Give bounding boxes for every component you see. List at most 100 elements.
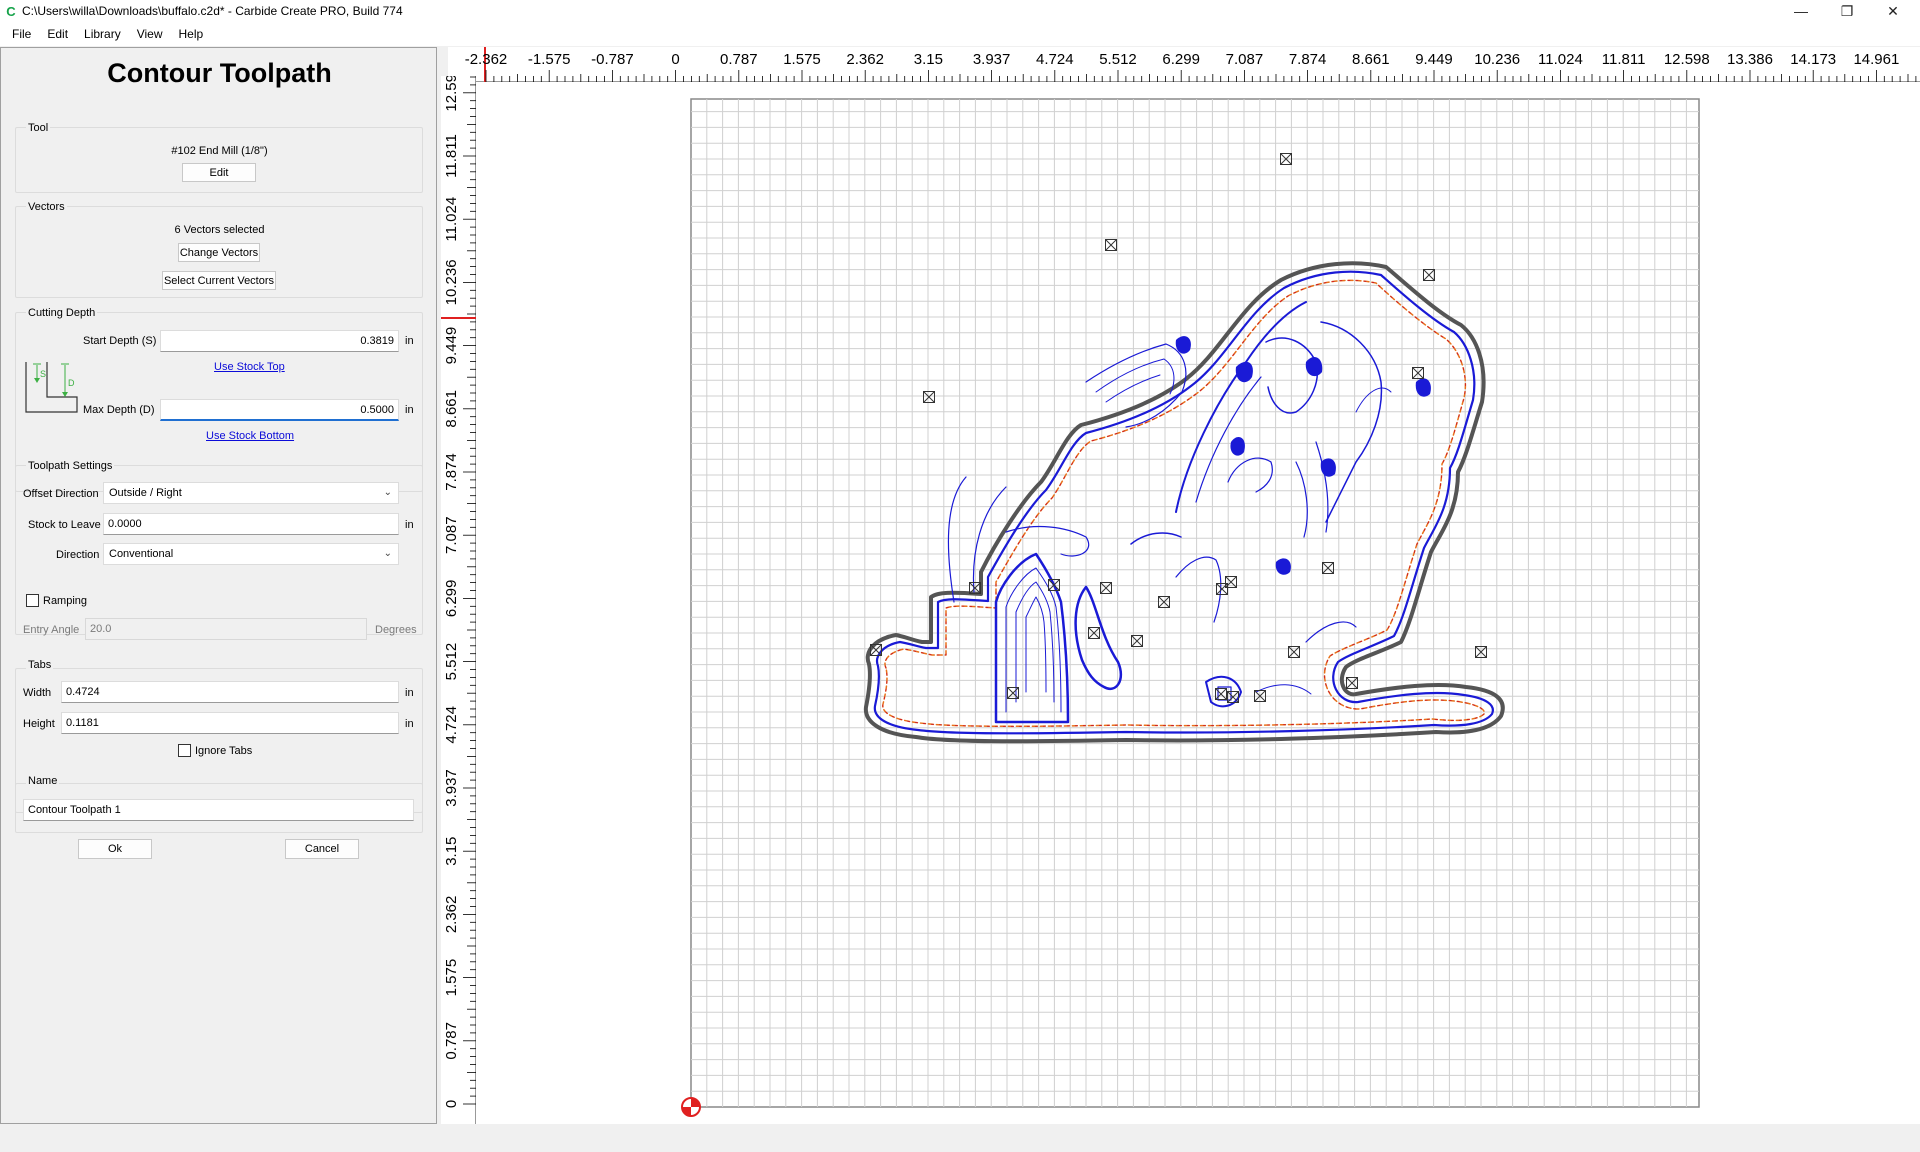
left-ruler[interactable]: 12.59 11.811 11.024 10.236 9.449 8.661 7.874 7.… (441, 74, 476, 1124)
start-depth-label: Start Depth (S) (83, 335, 157, 347)
stock-to-leave-label: Stock to Leave (28, 519, 101, 531)
menu-help[interactable]: Help (171, 27, 212, 41)
top-ruler-label: 3.15 (914, 51, 943, 68)
select-current-vectors-button[interactable]: Select Current Vectors (162, 271, 276, 290)
cutting-depth-group-label: Cutting Depth (26, 307, 98, 319)
restore-button[interactable]: ❐ (1824, 0, 1870, 22)
tab-width-unit: in (405, 687, 414, 699)
change-vectors-button[interactable]: Change Vectors (178, 243, 260, 262)
chevron-down-icon: ⌄ (383, 548, 392, 559)
menu-bar: File Edit Library View Help (0, 22, 1920, 46)
toolpath-settings-label: Toolpath Settings (26, 460, 115, 472)
top-ruler-label: 5.512 (1099, 51, 1137, 68)
toolpath-name-input[interactable]: Contour Toolpath 1 (23, 799, 414, 821)
vectors-selected-text: 6 Vectors selected (174, 224, 265, 236)
top-ruler-label: 3.937 (973, 51, 1011, 68)
top-ruler-label: 6.299 (1162, 51, 1200, 68)
offset-direction-select[interactable]: Outside / Right ⌄ (103, 482, 399, 504)
left-ruler-label: 3.15 (443, 837, 460, 866)
tab-height-input[interactable]: 0.1181 (61, 712, 399, 734)
top-ruler-label: 10.236 (1474, 51, 1520, 68)
left-ruler-label: 11.811 (443, 134, 460, 178)
left-ruler-label: 2.362 (443, 896, 460, 934)
restore-icon: ❐ (1840, 2, 1854, 19)
start-depth-unit: in (405, 335, 414, 347)
minimize-button[interactable]: — (1778, 0, 1824, 22)
left-ruler-label: 6.299 (443, 580, 460, 618)
title-bar: C C:\Users\willa\Downloads\buffalo.c2d* … (0, 0, 1920, 22)
carbide-c-icon: C (6, 3, 16, 19)
left-ruler-label: 10.236 (443, 259, 460, 305)
tabs-group-label: Tabs (26, 659, 54, 671)
offset-direction-value: Outside / Right (109, 487, 182, 499)
direction-select[interactable]: Conventional ⌄ (103, 543, 399, 565)
start-depth-input[interactable]: 0.3819 (160, 330, 399, 352)
diagram-s-label: S (40, 369, 46, 379)
menu-file[interactable]: File (4, 27, 39, 41)
tab-height-label: Height (23, 718, 55, 730)
origin-marker-icon[interactable] (681, 1097, 701, 1117)
use-stock-top-link[interactable]: Use Stock Top (214, 361, 285, 373)
cancel-button[interactable]: Cancel (285, 839, 359, 859)
menu-library[interactable]: Library (76, 27, 129, 41)
top-ruler-label: 0.787 (720, 51, 758, 68)
top-ruler-label: 13.386 (1727, 51, 1773, 68)
top-ruler-label: 0 (671, 51, 679, 68)
ramping-checkbox[interactable] (26, 594, 39, 607)
top-ruler-label: 11.811 (1602, 51, 1646, 68)
panel-title: Contour Toolpath (107, 58, 332, 88)
direction-label: Direction (56, 549, 100, 561)
top-ruler-label: 9.449 (1415, 51, 1453, 68)
chevron-down-icon: ⌄ (383, 487, 392, 498)
use-stock-bottom-link[interactable]: Use Stock Bottom (206, 430, 294, 442)
top-ruler-label: 14.961 (1853, 51, 1899, 68)
left-ruler-label: 4.724 (443, 706, 460, 744)
ok-button[interactable]: Ok (78, 839, 152, 859)
status-area (0, 1124, 1920, 1152)
tab-width-input[interactable]: 0.4724 (61, 681, 399, 703)
top-ruler-label: -2.362 (465, 51, 508, 68)
top-ruler-label: 4.724 (1036, 51, 1074, 68)
left-ruler-label: 7.874 (443, 453, 460, 491)
contour-toolpath-panel: Contour Toolpath Tool #102 End Mill (1/8… (0, 47, 437, 1124)
depth-diagram: S D (25, 362, 78, 413)
left-ruler-label: 1.575 (443, 959, 460, 997)
close-icon: ✕ (1887, 2, 1899, 19)
top-ruler-label: 8.661 (1352, 51, 1390, 68)
design-canvas[interactable] (476, 82, 1920, 1124)
close-button[interactable]: ✕ (1870, 0, 1916, 22)
entry-angle-label: Entry Angle (23, 624, 80, 636)
top-ruler-label: 7.874 (1289, 51, 1327, 68)
entry-angle-input[interactable]: 20.0 (85, 618, 367, 640)
direction-value: Conventional (109, 548, 174, 560)
top-ruler-label: -1.575 (528, 51, 571, 68)
top-ruler-label: 2.362 (846, 51, 884, 68)
tool-group-label: Tool (26, 122, 51, 134)
ignore-tabs-checkbox[interactable] (178, 744, 191, 757)
canvas-svg (681, 98, 1700, 1117)
left-ruler-label: 5.512 (443, 643, 460, 681)
top-ruler-label: 11.024 (1538, 51, 1583, 68)
window-title: C:\Users\willa\Downloads\buffalo.c2d* - … (22, 4, 403, 18)
top-ruler[interactable]: -2.362 -1.575 -0.787 0 0.787 1.575 2.362 3.15 3.… (448, 47, 1920, 82)
tab-height-unit: in (405, 718, 414, 730)
stock-to-leave-input[interactable]: 0.0000 (103, 513, 399, 535)
edit-tool-button[interactable]: Edit (182, 163, 256, 182)
offset-direction-label: Offset Direction (23, 488, 99, 500)
top-ruler-label: 1.575 (783, 51, 821, 68)
minimize-icon: — (1794, 3, 1808, 19)
max-depth-input[interactable]: 0.5000 (160, 399, 399, 421)
ramping-label: Ramping (43, 595, 88, 607)
top-ruler-label: -0.787 (591, 51, 634, 68)
vectors-group-label: Vectors (26, 201, 67, 213)
tool-name: #102 End Mill (1/8") (171, 145, 268, 157)
top-ruler-label: 14.173 (1790, 51, 1836, 68)
ignore-tabs-label: Ignore Tabs (195, 745, 253, 757)
tab-width-label: Width (23, 687, 52, 699)
menu-view[interactable]: View (129, 27, 171, 41)
top-ruler-label: 7.087 (1226, 51, 1264, 68)
left-ruler-label: 9.449 (443, 327, 460, 365)
left-ruler-svg: 12.59 11.811 11.024 10.236 9.449 8.661 7.874 7.… (441, 74, 476, 1108)
left-ruler-label: 8.661 (443, 390, 460, 428)
menu-edit[interactable]: Edit (39, 27, 76, 41)
